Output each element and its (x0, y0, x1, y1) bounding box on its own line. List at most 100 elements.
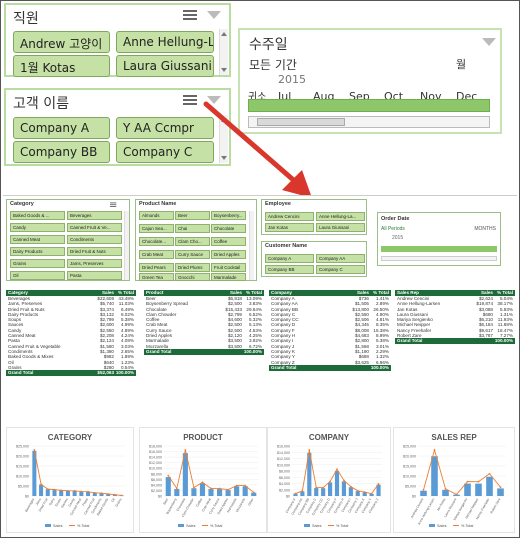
slicer-item[interactable]: Dried Plums (175, 263, 210, 272)
slicer-item[interactable]: Oil (10, 271, 65, 280)
slicer-item[interactable]: Company BB (13, 141, 110, 163)
table-cell: Grand Total (146, 348, 172, 354)
slicer-item[interactable]: Clam Cho... (175, 237, 210, 246)
y-tick-label: $6,000 (279, 476, 290, 480)
employee-slicer-title: 직원 (13, 11, 39, 27)
clear-filter-icon[interactable] (207, 11, 221, 19)
bar (52, 489, 57, 496)
slicer-item[interactable]: Chocolate (211, 224, 246, 233)
slicer-item[interactable]: Company C (316, 265, 365, 274)
y-tick-label: $25,000 (16, 445, 29, 449)
slicer-item[interactable]: Dried Pears (139, 263, 174, 272)
slicer-item[interactable]: Andrew Cencini (265, 212, 314, 221)
timeline-unit[interactable]: 월 (456, 56, 466, 72)
slicer-item[interactable]: Baked Goods & ... (10, 211, 65, 220)
multi-select-icon[interactable] (183, 9, 197, 21)
slicer-item[interactable]: Marmalade (211, 273, 246, 281)
bar (225, 490, 231, 496)
bar (199, 483, 206, 496)
slicer-item[interactable]: Chai (175, 224, 210, 233)
order-date-unit[interactable]: MONTHS (474, 226, 496, 232)
slicer-scrollbar[interactable] (124, 211, 129, 280)
slicer-item[interactable]: Grains (10, 259, 65, 268)
slicer-item[interactable]: Gnocchi (175, 273, 210, 281)
pct-point (120, 494, 123, 497)
y-tick-label: $0 (412, 495, 416, 499)
customer-slicer: 고객 이름 Company A Y AA Ccmpr Company BB Co… (4, 88, 231, 166)
multi-select-icon[interactable] (183, 94, 197, 106)
slicer-item[interactable]: Jan Kotas (265, 223, 314, 232)
slicer-item[interactable]: Laura Giussani (116, 55, 214, 77)
table-total-row: Grand Total $52,063 100.00% (6, 370, 136, 377)
slicer-item[interactable]: Pasta (67, 271, 122, 280)
slicer-item[interactable]: Fruit Cocktail (211, 263, 246, 272)
slicer-item[interactable]: Almonds (139, 211, 174, 220)
x-tick-label: Grains (114, 497, 122, 507)
slicer-item[interactable]: Cajun Sea... (139, 224, 174, 233)
multi-select-icon[interactable] (110, 202, 117, 207)
bar (348, 487, 353, 496)
category-chart: CATEGORY $25,000 $20,000 $15,000 $10,000 $5,0… (6, 427, 134, 533)
slicer-item[interactable]: Laura Giussani (316, 223, 365, 232)
slicer-item[interactable]: Company AA (316, 254, 365, 263)
slicer-item[interactable]: 1월 Kotas (13, 55, 110, 77)
y-tick-label: $15,000 (403, 465, 416, 469)
y-tick-label: $5,000 (18, 485, 29, 489)
slicer-item[interactable]: Curry Sauce (175, 250, 210, 259)
sales-rep-chart: SALES REP $25,000 $20,000 $15,000 $10,000 $5,… (393, 427, 515, 533)
slicer-item[interactable]: Coffee (211, 237, 246, 246)
slicer-item[interactable]: Canned Meat (10, 235, 65, 244)
pct-point (477, 480, 480, 483)
slicer-scrollbar[interactable] (219, 29, 228, 75)
pct-point (193, 486, 195, 489)
company-table: Company Sales% Total Company A $736 1.41% Com… (269, 290, 391, 371)
order-date-mini-timeline: Order Date All Periods MONTHS 2015 (377, 212, 501, 266)
slicer-item[interactable]: Crab Meat (139, 250, 174, 259)
employee-mini-slicer: Employee Andrew Cencini Anne Hellung-La.… (261, 199, 367, 235)
pct-point (308, 449, 311, 451)
clear-filter-icon[interactable] (482, 38, 496, 46)
bar (191, 488, 197, 496)
slicer-item[interactable]: Beverages (67, 211, 122, 220)
x-tick-label: Other (247, 497, 255, 507)
legend-label: Sales (312, 524, 322, 528)
y-tick-label: $5,000 (405, 485, 416, 489)
slicer-item[interactable]: Condiments (67, 235, 122, 244)
y-tick-label: $0 (158, 495, 162, 499)
legend-label: Sales (437, 524, 447, 528)
slicer-item[interactable]: Boysenberry... (211, 211, 246, 220)
slicer-item[interactable]: Candy (10, 223, 65, 232)
timeline-year: 2015 (278, 73, 306, 86)
slicer-item[interactable]: Andrew 고양이 (13, 31, 110, 53)
slicer-item[interactable]: Chocolate... (139, 237, 174, 246)
slicer-item[interactable]: Company BB (265, 265, 314, 274)
bar (341, 481, 346, 496)
pct-point (80, 490, 83, 493)
slicer-item[interactable]: Anne Hellung-La... (316, 212, 365, 221)
legend-label: % Total (210, 524, 223, 528)
y-tick-label: $10,000 (277, 463, 290, 467)
legend-swatch (178, 524, 184, 527)
legend-label: Sales (53, 524, 63, 528)
table-cell: 100.00% (115, 370, 134, 376)
table-cell: $52,063 (97, 370, 114, 376)
slicer-item[interactable]: Company A (13, 117, 110, 139)
slicer-item[interactable]: Canned Fruit & Ve... (67, 223, 122, 232)
y-tick-label: $14,000 (149, 456, 162, 460)
bar (45, 489, 50, 496)
order-date-scrollbar[interactable] (381, 256, 497, 261)
slicer-item[interactable]: Beer (175, 211, 210, 220)
slicer-item[interactable]: Dairy Products (10, 247, 65, 256)
slicer-item[interactable]: Jams, Preserves (67, 259, 122, 268)
slicer-item[interactable]: Anne Hellung-La... (116, 31, 214, 53)
slicer-item[interactable]: Dried Fruit & Nuts (67, 247, 122, 256)
product-chart: PRODUCT $18,000 $16,000 $14,000 $12,000 $10,0… (139, 427, 267, 533)
slicer-item[interactable]: Green Tea (139, 273, 174, 281)
slicer-scrollbar[interactable] (249, 211, 254, 280)
slicer-item[interactable]: Dried Apples (211, 250, 246, 259)
slicer-item[interactable]: Company A (265, 254, 314, 263)
order-date-bar[interactable] (381, 246, 497, 252)
y-tick-label: $16,000 (149, 450, 162, 454)
pct-point (315, 486, 318, 489)
product-slicer: Product Name Almonds Beer Boysenberry...… (135, 199, 257, 281)
